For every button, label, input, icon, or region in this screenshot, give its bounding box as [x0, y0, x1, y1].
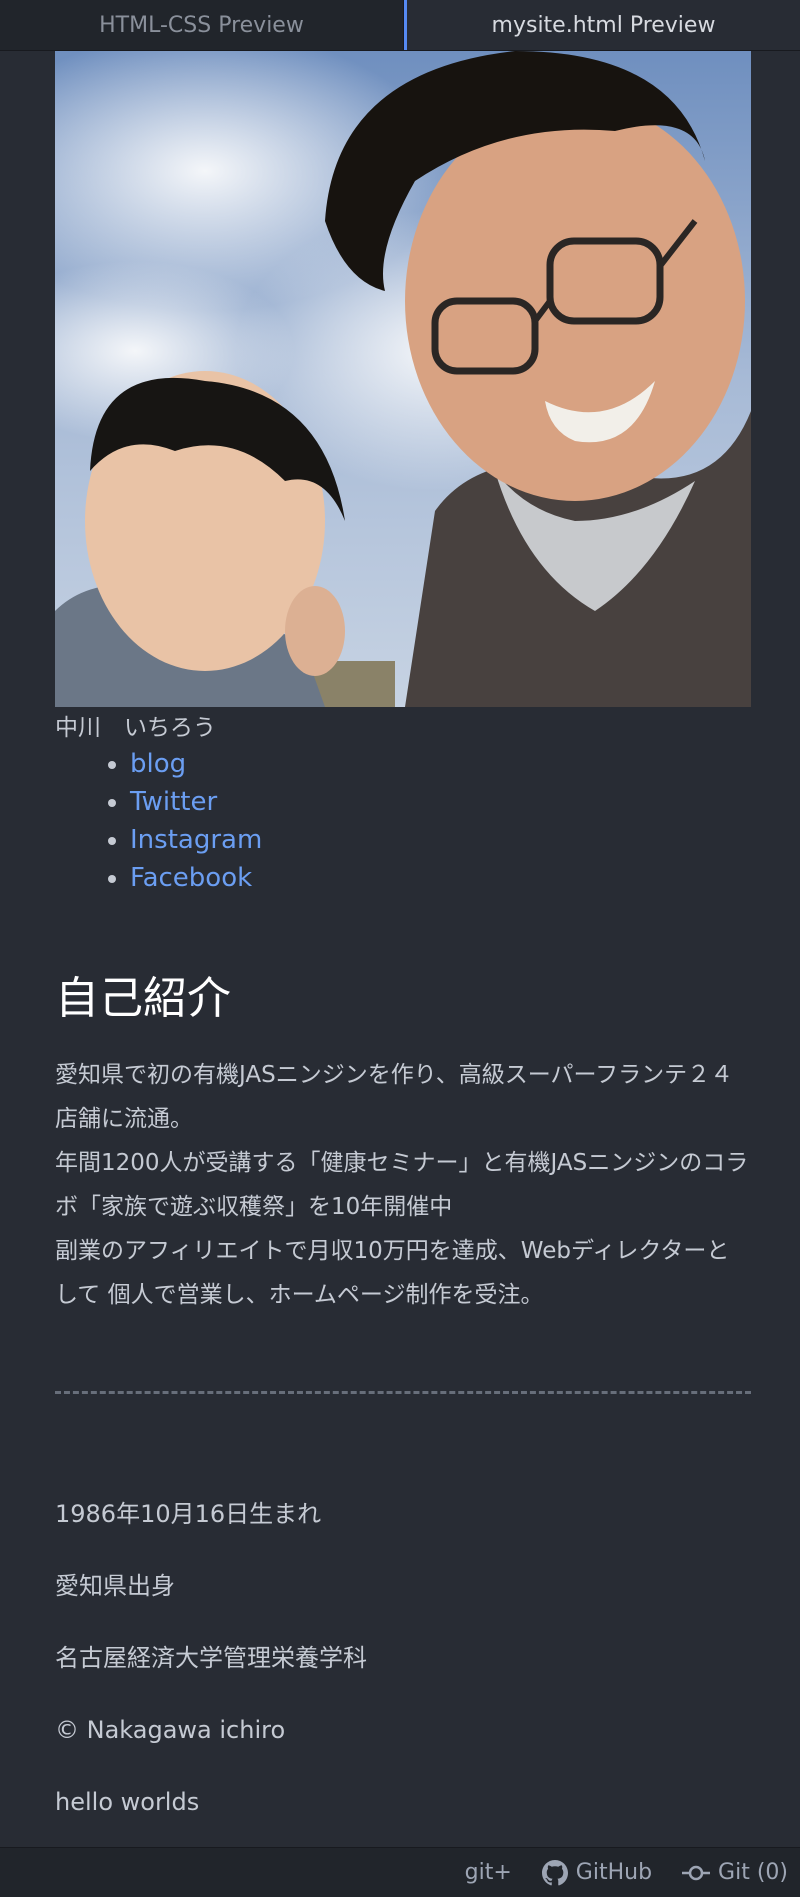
hometown: 愛知県出身	[55, 1572, 175, 1600]
tab-bar: HTML-CSS Preview mysite.html Preview	[0, 0, 800, 51]
github-button[interactable]: GitHub	[541, 1859, 653, 1886]
intro-text: 愛知県で初の有機JASニンジンを作り、高級スーパーフランテ２４店舗に流通。 年間…	[55, 1053, 751, 1317]
git-button[interactable]: Git (0)	[682, 1860, 788, 1885]
github-icon	[541, 1859, 568, 1885]
twitter-link[interactable]: Twitter	[130, 787, 217, 817]
git-label: Git (0)	[718, 1860, 788, 1885]
education: 名古屋経済大学管理栄養学科	[55, 1644, 367, 1672]
intro-line: 愛知県で初の有機JASニンジンを作り、高級スーパーフランテ２４店舗に流通。	[55, 1062, 734, 1132]
git-commit-icon	[682, 1865, 711, 1880]
tab-html-css-preview[interactable]: HTML-CSS Preview	[0, 0, 404, 50]
dashed-divider	[55, 1391, 751, 1394]
list-item: Twitter	[130, 783, 751, 821]
blog-link[interactable]: blog	[130, 749, 186, 779]
intro-heading: 自己紹介	[55, 973, 231, 1024]
list-item: Facebook	[130, 859, 751, 897]
intro-line: 副業のアフィリエイトで月収10万円を達成、Webディレクターとして 個人で営業し…	[55, 1238, 730, 1308]
greeting: hello worlds	[55, 1788, 200, 1816]
profile-name: 中川 いちろう	[55, 715, 216, 741]
github-label: GitHub	[575, 1860, 653, 1885]
git-plus-label: git+	[464, 1860, 512, 1885]
list-item: blog	[130, 745, 751, 783]
instagram-link[interactable]: Instagram	[130, 825, 262, 855]
birthdate: 1986年10月16日生まれ	[55, 1500, 322, 1528]
status-bar: git+ GitHub Git (0)	[0, 1847, 800, 1897]
tab-mysite-preview[interactable]: mysite.html Preview	[404, 0, 800, 50]
profile-facts: 1986年10月16日生まれ 愛知県出身 名古屋経済大学管理栄養学科 © Nak…	[55, 1478, 751, 1838]
list-item: Instagram	[130, 821, 751, 859]
preview-content: 中川 いちろう blog Twitter Instagram Facebook …	[55, 51, 751, 1838]
git-plus-button[interactable]: git+	[465, 1860, 512, 1885]
facebook-link[interactable]: Facebook	[130, 863, 252, 893]
copyright: © Nakagawa ichiro	[55, 1716, 286, 1744]
profile-photo	[55, 51, 751, 707]
intro-line: 年間1200人が受講する「健康セミナー」と有機JASニンジンのコラボ「家族で遊ぶ…	[55, 1150, 749, 1220]
social-links: blog Twitter Instagram Facebook	[55, 745, 751, 897]
